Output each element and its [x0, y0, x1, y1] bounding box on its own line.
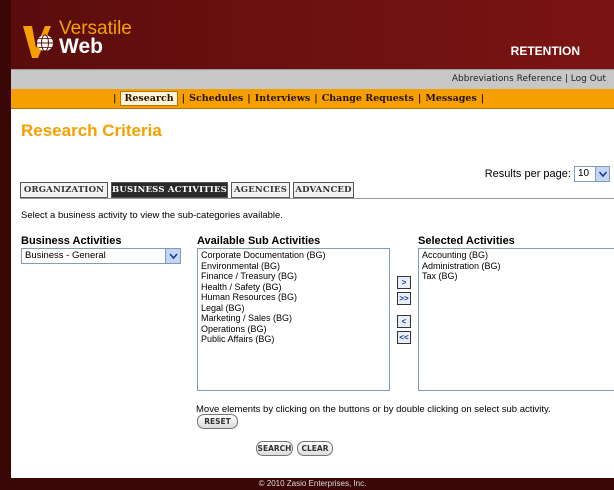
list-item[interactable]: Legal (BG)	[201, 303, 386, 314]
nav-research[interactable]: Research	[120, 91, 178, 106]
tab-business-activities[interactable]: BUSINESS ACTIVITIES	[111, 182, 228, 198]
add-selected-button[interactable]: >	[397, 276, 411, 289]
chevron-down-icon[interactable]	[165, 249, 180, 263]
versatile-logo-icon	[23, 26, 53, 58]
nav-messages[interactable]: Messages	[425, 93, 476, 104]
list-item[interactable]: Human Resources (BG)	[201, 292, 386, 303]
results-per-page: Results per page: 10	[485, 166, 610, 182]
available-sub-activities-list[interactable]: Corporate Documentation (BG) Environment…	[197, 248, 390, 391]
nav-schedules[interactable]: Schedules	[189, 93, 243, 104]
list-item[interactable]: Corporate Documentation (BG)	[201, 250, 386, 261]
business-activities-label: Business Activities	[21, 235, 122, 247]
list-item[interactable]: Environmental (BG)	[201, 261, 386, 272]
list-item[interactable]: Accounting (BG)	[422, 250, 611, 261]
search-button[interactable]: SEARCH	[256, 441, 293, 456]
tab-agencies[interactable]: AGENCIES	[231, 182, 290, 198]
header: Versatile Web RETENTION	[11, 0, 614, 69]
nav-items: | Research | Schedules | Interviews | Change Re…	[113, 91, 485, 106]
list-item[interactable]: Finance / Treasury (BG)	[201, 271, 386, 282]
move-hint: Move elements by clicking on the buttons…	[196, 404, 551, 415]
section-title: RETENTION	[510, 44, 580, 58]
list-item[interactable]: Marketing / Sales (BG)	[201, 313, 386, 324]
utility-separator: |	[564, 74, 568, 84]
available-sub-activities-label: Available Sub Activities	[197, 235, 321, 247]
selected-activities-list[interactable]: Accounting (BG) Administration (BG) Tax …	[418, 248, 614, 391]
tab-organization[interactable]: ORGANIZATION	[20, 182, 108, 198]
list-item[interactable]: Health / Safety (BG)	[201, 282, 386, 293]
utility-links: Abbreviations Reference | Log Out	[452, 74, 606, 84]
tab-advanced[interactable]: ADVANCED	[293, 182, 354, 198]
utility-bar: Abbreviations Reference | Log Out	[11, 69, 614, 89]
instruction-text: Select a business activity to view the s…	[21, 210, 283, 221]
business-activities-select[interactable]: Business - General	[21, 248, 181, 264]
nav-interviews[interactable]: Interviews	[255, 93, 311, 104]
main-content: Research Criteria Results per page: 10 O…	[11, 110, 614, 478]
clear-button[interactable]: CLEAR	[297, 441, 333, 456]
chevron-down-icon[interactable]	[595, 167, 609, 181]
tab-divider	[20, 198, 614, 199]
list-item[interactable]: Tax (BG)	[422, 271, 611, 282]
nav-change-requests[interactable]: Change Requests	[322, 93, 414, 104]
main-nav: | Research | Schedules | Interviews | Change Re…	[11, 89, 614, 109]
remove-all-button[interactable]: <<	[397, 331, 411, 344]
app-frame: Versatile Web RETENTION Abbreviations Re…	[0, 0, 614, 490]
add-all-button[interactable]: >>	[397, 292, 411, 305]
abbreviations-link[interactable]: Abbreviations Reference	[452, 74, 562, 84]
footer: © 2010 Zasio Enterprises, Inc.	[11, 478, 614, 490]
reset-button[interactable]: RESET	[197, 414, 238, 429]
brand-line-2: Web	[59, 35, 103, 58]
list-item[interactable]: Public Affairs (BG)	[201, 334, 386, 345]
list-item[interactable]: Administration (BG)	[422, 261, 611, 272]
page-title: Research Criteria	[21, 121, 162, 140]
left-border	[0, 0, 11, 490]
results-per-page-select[interactable]: 10	[574, 166, 610, 182]
list-item[interactable]: Operations (BG)	[201, 324, 386, 335]
results-per-page-label: Results per page:	[484, 167, 571, 180]
business-activities-value: Business - General	[25, 250, 106, 261]
remove-selected-button[interactable]: <	[397, 315, 411, 328]
results-per-page-value: 10	[578, 168, 590, 179]
logout-link[interactable]: Log Out	[571, 74, 606, 84]
selected-activities-label: Selected Activities	[418, 235, 515, 247]
